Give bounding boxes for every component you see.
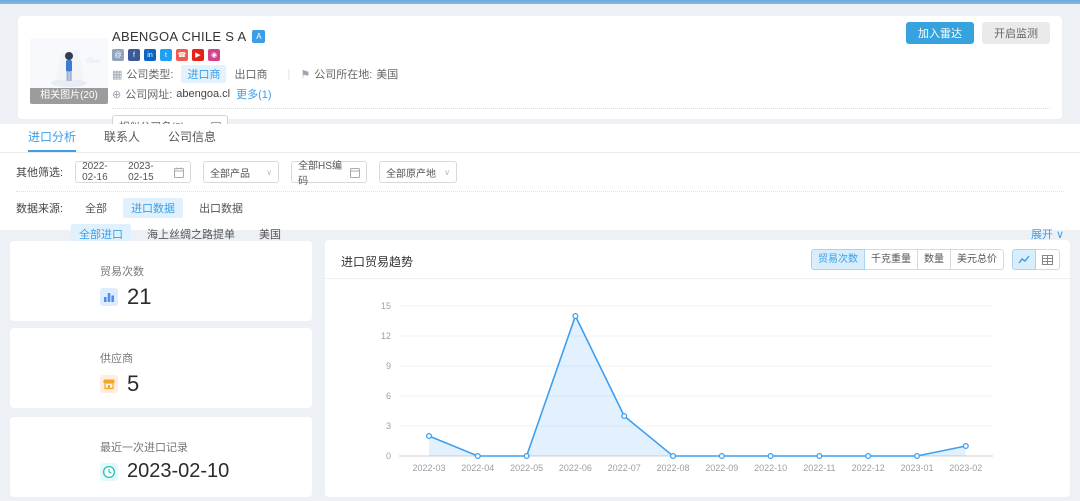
- add-to-radar-button[interactable]: 加入雷达: [906, 22, 974, 44]
- bar-chart-icon: [100, 288, 118, 306]
- chart-header-divider: [325, 278, 1070, 279]
- metric-trade-count-button[interactable]: 贸易次数: [811, 249, 865, 270]
- svg-text:2022-09: 2022-09: [705, 463, 738, 473]
- svg-text:3: 3: [386, 421, 391, 431]
- company-header-card: 相关图片(20) ABENGOA CHILE S A A @fint☎▶◉ ▦ …: [18, 16, 1062, 119]
- svg-text:2022-06: 2022-06: [559, 463, 592, 473]
- svg-text:2022-08: 2022-08: [656, 463, 689, 473]
- location-value: 美国: [376, 66, 398, 82]
- svg-text:2022-07: 2022-07: [608, 463, 641, 473]
- metric-usd-total-button[interactable]: 美元总价: [951, 249, 1004, 270]
- product-select[interactable]: 全部产品 ∨: [203, 161, 279, 183]
- header-dotted-separator: [112, 108, 1050, 109]
- social-icons: @ fint ☎ ▶ ◉: [112, 49, 962, 61]
- chevron-down-icon: ∨: [444, 168, 450, 177]
- filter-dotted-separator: [16, 191, 1064, 192]
- person-illustration: [32, 40, 106, 88]
- tab-contacts[interactable]: 联系人: [104, 124, 140, 152]
- source-option-export[interactable]: 出口数据: [191, 198, 251, 218]
- date-end: 2023-02-15: [128, 161, 168, 183]
- date-start: 2022-02-16: [82, 161, 122, 183]
- phone-icon[interactable]: ☎: [176, 49, 188, 61]
- clock-icon: [100, 463, 118, 481]
- metric-switcher: 贸易次数 千克重量 数量 美元总价: [811, 249, 1004, 270]
- company-info-block: ABENGOA CHILE S A A @ fint ☎ ▶ ◉ ▦ 公司类型: 进口商…: [112, 28, 962, 137]
- origin-select-value: 全部原产地: [386, 165, 436, 180]
- website-more-link[interactable]: 更多(1): [236, 86, 271, 102]
- trade-count-card: 贸易次数 21: [10, 241, 312, 321]
- svg-text:2022-10: 2022-10: [754, 463, 787, 473]
- company-photo[interactable]: 相关图片(20): [30, 38, 108, 104]
- top-accent-bar: [0, 0, 1080, 4]
- shop-icon: [100, 375, 118, 393]
- line-chart-view-icon[interactable]: [1012, 249, 1036, 270]
- svg-text:2022-12: 2022-12: [852, 463, 885, 473]
- svg-text:2022-04: 2022-04: [461, 463, 494, 473]
- suppliers-label: 供应商: [100, 350, 312, 366]
- tabs-filter-section: 进口分析 联系人 公司信息 其他筛选: 2022-02-16 2023-02-1…: [0, 124, 1080, 230]
- website-icon[interactable]: @: [112, 49, 124, 61]
- svg-text:2022-03: 2022-03: [412, 463, 445, 473]
- date-range-picker[interactable]: 2022-02-16 2023-02-15: [75, 161, 191, 183]
- origin-select[interactable]: 全部原产地 ∨: [379, 161, 457, 183]
- instagram-icon[interactable]: ◉: [208, 49, 220, 61]
- related-images-label[interactable]: 相关图片(20): [30, 88, 108, 104]
- calendar-icon: [174, 167, 184, 178]
- start-monitoring-button[interactable]: 开启监测: [982, 22, 1050, 44]
- svg-text:2022-11: 2022-11: [803, 463, 835, 473]
- trade-count-value: 21: [127, 284, 151, 310]
- flag-icon: ⚑: [300, 68, 310, 81]
- building-icon: ▦: [112, 68, 122, 81]
- website-link[interactable]: abengoa.cl: [176, 88, 230, 100]
- source-option-all[interactable]: 全部: [77, 198, 115, 218]
- last-import-card: 最近一次进口记录 2023-02-10: [10, 417, 312, 497]
- svg-text:2023-02: 2023-02: [949, 463, 982, 473]
- youtube-icon[interactable]: ▶: [192, 49, 204, 61]
- view-switcher: [1012, 249, 1060, 270]
- linkedin-icon[interactable]: in: [144, 49, 156, 61]
- table-view-icon[interactable]: [1036, 249, 1060, 270]
- panel-icon: [350, 167, 360, 178]
- svg-text:9: 9: [386, 361, 391, 371]
- chevron-down-icon: ∨: [266, 168, 272, 177]
- hs-code-select-value: 全部HS编码: [298, 157, 344, 187]
- suppliers-card: 供应商 5: [10, 328, 312, 408]
- meta-divider: |: [287, 68, 290, 80]
- data-source-label: 数据来源:: [16, 200, 63, 216]
- trend-line-chart: 0 3 6 9 12 15 2022-03 2022-04 2022-05 2022-06 2022…: [333, 286, 1053, 486]
- other-filter-label: 其他筛选:: [16, 164, 63, 180]
- translate-icon[interactable]: A: [252, 30, 265, 43]
- globe-icon: ⊕: [112, 88, 121, 101]
- last-import-value: 2023-02-10: [127, 460, 229, 483]
- svg-text:15: 15: [381, 301, 391, 311]
- product-select-value: 全部产品: [210, 165, 250, 180]
- chevron-down-icon: ∨: [1056, 228, 1064, 241]
- tab-company-info[interactable]: 公司信息: [168, 124, 216, 152]
- trend-chart-card: 进口贸易趋势 贸易次数 千克重量 数量 美元总价 0: [325, 240, 1070, 497]
- importer-tag[interactable]: 进口商: [181, 65, 226, 83]
- exporter-tag[interactable]: 出口商: [234, 66, 267, 82]
- svg-text:2022-05: 2022-05: [510, 463, 543, 473]
- svg-text:12: 12: [381, 331, 391, 341]
- suppliers-value: 5: [127, 371, 139, 397]
- company-name: ABENGOA CHILE S A: [112, 29, 246, 44]
- location-label: 公司所在地:: [314, 66, 372, 82]
- chart-title: 进口贸易趋势: [341, 253, 413, 270]
- tab-import-analysis[interactable]: 进口分析: [28, 124, 76, 152]
- metric-weight-button[interactable]: 千克重量: [865, 249, 918, 270]
- hs-code-select[interactable]: 全部HS编码: [291, 161, 367, 183]
- svg-text:2023-01: 2023-01: [900, 463, 933, 473]
- facebook-icon[interactable]: f: [128, 49, 140, 61]
- twitter-icon[interactable]: t: [160, 49, 172, 61]
- last-import-label: 最近一次进口记录: [100, 439, 312, 455]
- svg-text:0: 0: [386, 451, 391, 461]
- company-type-label: 公司类型:: [126, 66, 173, 82]
- trade-count-label: 贸易次数: [100, 263, 312, 279]
- svg-text:6: 6: [386, 391, 391, 401]
- metric-quantity-button[interactable]: 数量: [918, 249, 951, 270]
- source-option-import[interactable]: 进口数据: [123, 198, 183, 218]
- website-label: 公司网址:: [125, 86, 172, 102]
